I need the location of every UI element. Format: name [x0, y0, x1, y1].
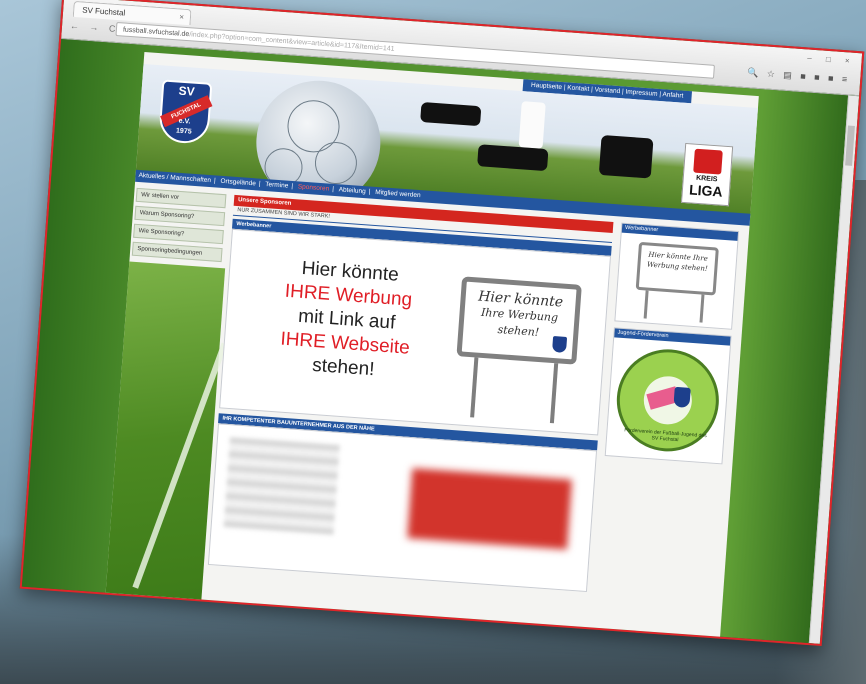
sidebar-item-warum-sponsoring[interactable]: Warum Sponsoring?	[134, 205, 226, 227]
tab-title: SV Fuchstal	[81, 5, 126, 18]
sidebar-item-wir-stellen-vor[interactable]: Wir stellen vor	[135, 187, 227, 209]
extension-icons[interactable]: 🔍 ☆ ▤ ■ ■ ■ ≡	[747, 67, 851, 85]
kreisliga-badge: KREIS LIGA	[680, 142, 734, 207]
mini-sign: Hier könnte Ihre Werbung stehen!	[635, 241, 719, 296]
crest-year: 1975	[175, 127, 192, 136]
ad-banner[interactable]: Hier könnte IHRE Werbung mit Link auf IH…	[219, 228, 612, 436]
foerderverein-logo: Förderverein der Fußball-Jugend des SV F…	[613, 345, 723, 455]
player-boot-right	[598, 134, 654, 179]
ad-sign: Hier könnte Ihre Werbung stehen!	[456, 276, 582, 365]
tab-close-icon[interactable]: ×	[179, 9, 185, 25]
sign-post-right	[549, 363, 559, 424]
mini-sign-posts	[615, 288, 733, 328]
right-box1-header: Werbebanner	[621, 223, 739, 241]
right-column: Werbebanner Hier könnte Ihre Werbung ste…	[604, 222, 740, 471]
player-boot	[477, 144, 549, 172]
scrollbar-thumb[interactable]	[845, 125, 855, 166]
blurred-image	[407, 468, 572, 550]
right-werbebanner[interactable]: Werbebanner Hier könnte Ihre Werbung ste…	[614, 222, 740, 330]
nav-item-aktuelles[interactable]: Aktuelles / Mannschaften	[135, 172, 214, 185]
liga-liga: LIGA	[688, 181, 724, 200]
sidebar-item-wie-sponsoring[interactable]: Wie Sponsoring?	[133, 223, 224, 245]
sidebar: Wir stellen vor Warum Sponsoring? Wie Sp…	[130, 187, 227, 266]
main-content: Unsere Sponsoren NUR ZUSAMMEN SIND WIR S…	[207, 194, 614, 593]
nav-item-termine[interactable]: Termine	[262, 181, 292, 190]
window-controls[interactable]: – □ ×	[807, 53, 856, 65]
player-leg-left	[420, 101, 482, 127]
blurred-text	[223, 437, 340, 535]
screenshot-photo: SV Fuchstal × – □ × ← → C fussball.svfuc…	[19, 0, 865, 646]
sign-post-left	[470, 357, 479, 418]
right-foerderverein[interactable]: Jugend-Förderverein Förderverein der Fuß…	[604, 327, 732, 465]
blurred-ad[interactable]	[207, 423, 598, 593]
logo-text: Förderverein der Fußball-Jugend des SV F…	[624, 427, 707, 444]
nav-item-ortsgelaende[interactable]: Ortsgelände	[217, 178, 259, 188]
nav-item-mitglied[interactable]: Mitglied werden	[372, 189, 424, 200]
ad-text: Hier könnte IHRE Werbung mit Link auf IH…	[243, 253, 451, 387]
right-box2-header: Jugend-Förderverein	[614, 328, 731, 346]
sign-crest-icon	[551, 335, 568, 353]
sidebar-item-bedingungen[interactable]: Sponsoringbedingungen	[131, 241, 223, 263]
nav-item-sponsoren[interactable]: Sponsoren	[295, 183, 333, 193]
club-crest[interactable]: SV FUCHSTAL e.V. 1975	[158, 79, 213, 145]
player-sock	[518, 101, 546, 149]
nav-item-abteilung[interactable]: Abteilung	[335, 186, 369, 195]
site-container: Hauptseite | Kontakt | Vorstand | Impres…	[104, 52, 759, 646]
url-host: fussball.svfuchstal.de	[122, 26, 190, 39]
nav-buttons-icon[interactable]: ← → C	[70, 21, 120, 35]
